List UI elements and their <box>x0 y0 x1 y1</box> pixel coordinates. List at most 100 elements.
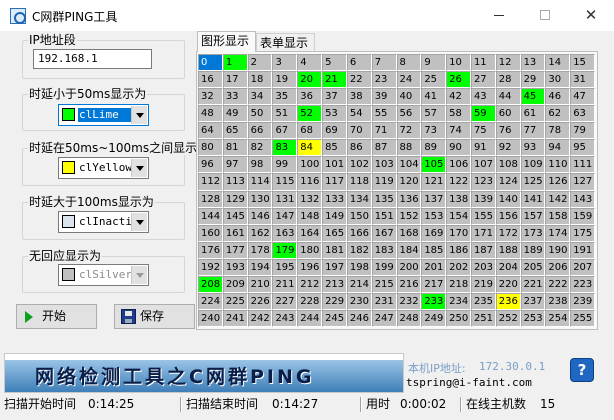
host-cell[interactable]: 137 <box>421 190 447 208</box>
host-cell[interactable]: 156 <box>495 207 521 225</box>
host-cell[interactable]: 210 <box>247 275 273 293</box>
host-cell[interactable]: 0 <box>198 54 223 72</box>
host-cell[interactable]: 229 <box>322 292 347 310</box>
host-cell[interactable]: 27 <box>470 71 496 89</box>
host-cell[interactable]: 162 <box>247 224 273 242</box>
host-cell[interactable]: 233 <box>421 292 447 310</box>
host-cell[interactable]: 140 <box>495 190 521 208</box>
host-cell[interactable]: 31 <box>570 71 595 89</box>
host-cell[interactable]: 54 <box>346 105 372 123</box>
host-cell[interactable]: 41 <box>421 88 447 106</box>
host-cell[interactable]: 29 <box>520 71 546 89</box>
host-cell[interactable]: 228 <box>297 292 323 310</box>
host-cell[interactable]: 115 <box>272 173 298 191</box>
host-cell[interactable]: 203 <box>470 258 496 276</box>
host-cell[interactable]: 66 <box>247 122 273 140</box>
host-cell[interactable]: 87 <box>371 139 397 157</box>
host-cell[interactable]: 206 <box>545 258 571 276</box>
host-cell[interactable]: 56 <box>396 105 422 123</box>
host-cell[interactable]: 59 <box>470 105 496 123</box>
host-cell[interactable]: 227 <box>272 292 298 310</box>
host-cell[interactable]: 196 <box>297 258 323 276</box>
host-cell[interactable]: 11 <box>470 54 496 72</box>
host-cell[interactable]: 157 <box>520 207 546 225</box>
host-cell[interactable]: 201 <box>421 258 447 276</box>
host-cell[interactable]: 94 <box>545 139 571 157</box>
chevron-down-icon[interactable] <box>131 106 147 124</box>
host-cell[interactable]: 135 <box>371 190 397 208</box>
host-cell[interactable]: 176 <box>198 241 223 259</box>
host-cell[interactable]: 5 <box>322 54 347 72</box>
host-cell[interactable]: 90 <box>446 139 471 157</box>
host-cell[interactable]: 134 <box>346 190 372 208</box>
host-cell[interactable]: 197 <box>322 258 347 276</box>
host-cell[interactable]: 238 <box>545 292 571 310</box>
save-button[interactable]: 保存 <box>114 304 195 329</box>
host-cell[interactable]: 36 <box>297 88 323 106</box>
host-cell[interactable]: 77 <box>520 122 546 140</box>
host-cell[interactable]: 150 <box>346 207 372 225</box>
host-cell[interactable]: 98 <box>247 156 273 174</box>
host-cell[interactable]: 84 <box>297 139 323 157</box>
host-cell[interactable]: 24 <box>396 71 422 89</box>
host-cell[interactable]: 251 <box>470 309 496 327</box>
host-cell[interactable]: 220 <box>495 275 521 293</box>
host-cell[interactable]: 132 <box>297 190 323 208</box>
host-cell[interactable]: 178 <box>247 241 273 259</box>
host-cell[interactable]: 189 <box>520 241 546 259</box>
chevron-down-icon[interactable] <box>131 159 147 177</box>
host-cell[interactable]: 247 <box>371 309 397 327</box>
host-cell[interactable]: 107 <box>470 156 496 174</box>
host-cell[interactable]: 239 <box>570 292 595 310</box>
host-cell[interactable]: 155 <box>470 207 496 225</box>
host-cell[interactable]: 12 <box>495 54 521 72</box>
host-cell[interactable]: 161 <box>222 224 248 242</box>
host-cell[interactable]: 205 <box>520 258 546 276</box>
host-cell[interactable]: 52 <box>297 105 323 123</box>
host-cell[interactable]: 149 <box>322 207 347 225</box>
host-cell[interactable]: 237 <box>520 292 546 310</box>
host-cell[interactable]: 123 <box>470 173 496 191</box>
host-cell[interactable]: 127 <box>570 173 595 191</box>
host-cell[interactable]: 68 <box>297 122 323 140</box>
host-cell[interactable]: 165 <box>322 224 347 242</box>
host-cell[interactable]: 234 <box>446 292 471 310</box>
host-cell[interactable]: 215 <box>371 275 397 293</box>
host-cell[interactable]: 118 <box>346 173 372 191</box>
tab-graphic[interactable]: 图形显示 <box>197 31 256 52</box>
host-cell[interactable]: 50 <box>247 105 273 123</box>
host-cell[interactable]: 73 <box>421 122 447 140</box>
host-cell[interactable]: 211 <box>272 275 298 293</box>
host-cell[interactable]: 231 <box>371 292 397 310</box>
host-cell[interactable]: 167 <box>371 224 397 242</box>
host-cell[interactable]: 125 <box>520 173 546 191</box>
host-cell[interactable]: 71 <box>371 122 397 140</box>
host-cell[interactable]: 57 <box>421 105 447 123</box>
host-cell[interactable]: 10 <box>446 54 471 72</box>
host-cell[interactable]: 151 <box>371 207 397 225</box>
host-cell[interactable]: 223 <box>570 275 595 293</box>
host-cell[interactable]: 171 <box>470 224 496 242</box>
host-cell[interactable]: 186 <box>446 241 471 259</box>
host-cell[interactable]: 76 <box>495 122 521 140</box>
host-cell[interactable]: 226 <box>247 292 273 310</box>
host-cell[interactable]: 230 <box>346 292 372 310</box>
host-cell[interactable]: 40 <box>396 88 422 106</box>
host-cell[interactable]: 93 <box>520 139 546 157</box>
host-cell[interactable]: 32 <box>198 88 223 106</box>
host-cell[interactable]: 122 <box>446 173 471 191</box>
minimize-button[interactable] <box>476 0 522 31</box>
host-cell[interactable]: 44 <box>495 88 521 106</box>
host-cell[interactable]: 253 <box>520 309 546 327</box>
host-cell[interactable]: 47 <box>570 88 595 106</box>
host-cell[interactable]: 185 <box>421 241 447 259</box>
host-cell[interactable]: 70 <box>346 122 372 140</box>
host-cell[interactable]: 131 <box>272 190 298 208</box>
host-cell[interactable]: 35 <box>272 88 298 106</box>
host-cell[interactable]: 222 <box>545 275 571 293</box>
host-cell[interactable]: 67 <box>272 122 298 140</box>
host-cell[interactable]: 173 <box>520 224 546 242</box>
host-cell[interactable]: 38 <box>346 88 372 106</box>
host-cell[interactable]: 174 <box>545 224 571 242</box>
host-cell[interactable]: 170 <box>446 224 471 242</box>
